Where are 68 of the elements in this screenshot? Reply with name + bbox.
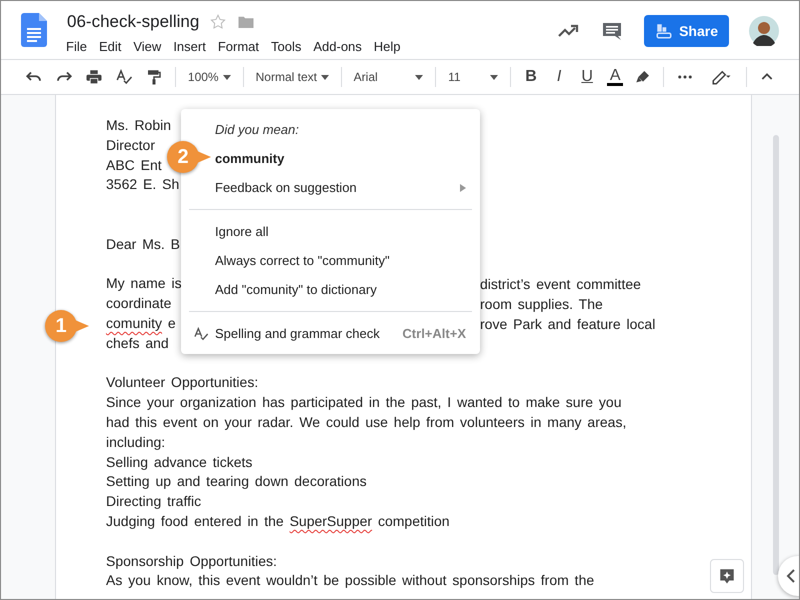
- star-icon[interactable]: [209, 12, 228, 31]
- text-line: 3562 E. Sh: [106, 177, 180, 194]
- menu-item[interactable]: Ignore all: [215, 217, 466, 246]
- explore-button[interactable]: [710, 559, 744, 593]
- text-line: Volunteer Opportunities:: [106, 375, 258, 392]
- italic-button[interactable]: I: [551, 65, 568, 89]
- menu-item[interactable]: Add-ons: [308, 36, 367, 56]
- menu-item[interactable]: Edit: [94, 36, 126, 56]
- text-line: Dear Ms. B: [106, 236, 180, 253]
- text-line: Judging food entered in the SuperSupper competition: [106, 514, 450, 530]
- highlighter-icon[interactable]: [635, 69, 652, 85]
- text-line: Ms. Robin: [106, 118, 172, 134]
- scrollbar[interactable]: [772, 135, 778, 575]
- caret-icon: [490, 74, 498, 80]
- caret-icon: [222, 74, 231, 80]
- document-title[interactable]: 06-check-spelling: [67, 9, 200, 34]
- bold-button[interactable]: B: [522, 65, 540, 89]
- menu-item[interactable]: Always correct to "community": [215, 246, 466, 275]
- callout-pointer-icon: [75, 320, 89, 332]
- text-line: coordinate: [106, 296, 172, 312]
- text-line: My name is: [106, 276, 182, 292]
- text-color-button[interactable]: A: [607, 68, 624, 86]
- text-line: Director: [106, 138, 156, 154]
- text-line: Sponsorship Opportunities:: [106, 554, 277, 570]
- menu-item[interactable]: Help: [368, 36, 406, 56]
- menu-item[interactable]: Add "comunity" to dictionary: [215, 275, 466, 304]
- font-dropdown[interactable]: Arial: [354, 68, 424, 86]
- text-line: Directing traffic: [106, 494, 202, 510]
- text-line: comunity e: [106, 316, 176, 332]
- zoom-dropdown[interactable]: 100%: [188, 68, 231, 86]
- share-icon: [655, 22, 674, 40]
- print-icon[interactable]: [85, 68, 103, 86]
- text-line: As you know, this event wouldn’t be possible without sponsorships from the: [106, 573, 594, 590]
- text-line: chefs and: [106, 336, 169, 352]
- menu-item[interactable]: File: [61, 36, 92, 56]
- text-line: Since your organization has participated in the past, I wanted to make sure you: [106, 395, 622, 412]
- paint-format-icon[interactable]: [145, 68, 163, 86]
- size-dropdown[interactable]: 11: [448, 68, 498, 86]
- text-line: district’s event committee: [480, 275, 641, 294]
- menu-item[interactable]: Feedback on suggestion: [215, 173, 466, 202]
- text-line: Selling advance tickets: [106, 454, 252, 471]
- caret-icon: [320, 74, 329, 80]
- menu-item[interactable]: Format: [212, 36, 264, 56]
- avatar-icon[interactable]: [749, 16, 779, 46]
- suggestion-item[interactable]: community: [215, 144, 466, 173]
- spellcheck-icon: [193, 326, 209, 342]
- menu-item[interactable]: Tools: [266, 36, 306, 56]
- spellcheck-icon[interactable]: [115, 68, 133, 86]
- text-line: rove Park and feature local: [480, 314, 656, 334]
- text-line: had this event on your radar. We could use help from volunteers in many areas,: [106, 414, 626, 431]
- sparkle-icon: [718, 567, 736, 585]
- style-dropdown[interactable]: Normal text: [256, 68, 329, 86]
- shortcut-label: Ctrl+Alt+X: [402, 324, 466, 343]
- caret-icon: [415, 74, 424, 80]
- text-line: Setting up and tearing down decorations: [106, 474, 367, 490]
- underline-button[interactable]: U: [579, 65, 596, 89]
- docs-logo-icon[interactable]: [21, 13, 47, 47]
- share-button[interactable]: Share: [644, 15, 729, 47]
- text-line: including:: [106, 434, 166, 451]
- submenu-arrow-icon: [460, 184, 466, 192]
- menu-item[interactable]: Spelling and grammar check Ctrl+Alt+X: [181, 319, 480, 348]
- menu-item[interactable]: Insert: [168, 36, 211, 56]
- text-line: room supplies. The: [480, 295, 603, 314]
- menu-item[interactable]: View: [128, 36, 166, 56]
- menu-heading: Did you mean:: [215, 120, 300, 139]
- text-line: ABC Ent: [106, 158, 162, 174]
- callout-pointer-icon: [197, 151, 211, 163]
- chevron-left-icon: [786, 569, 796, 583]
